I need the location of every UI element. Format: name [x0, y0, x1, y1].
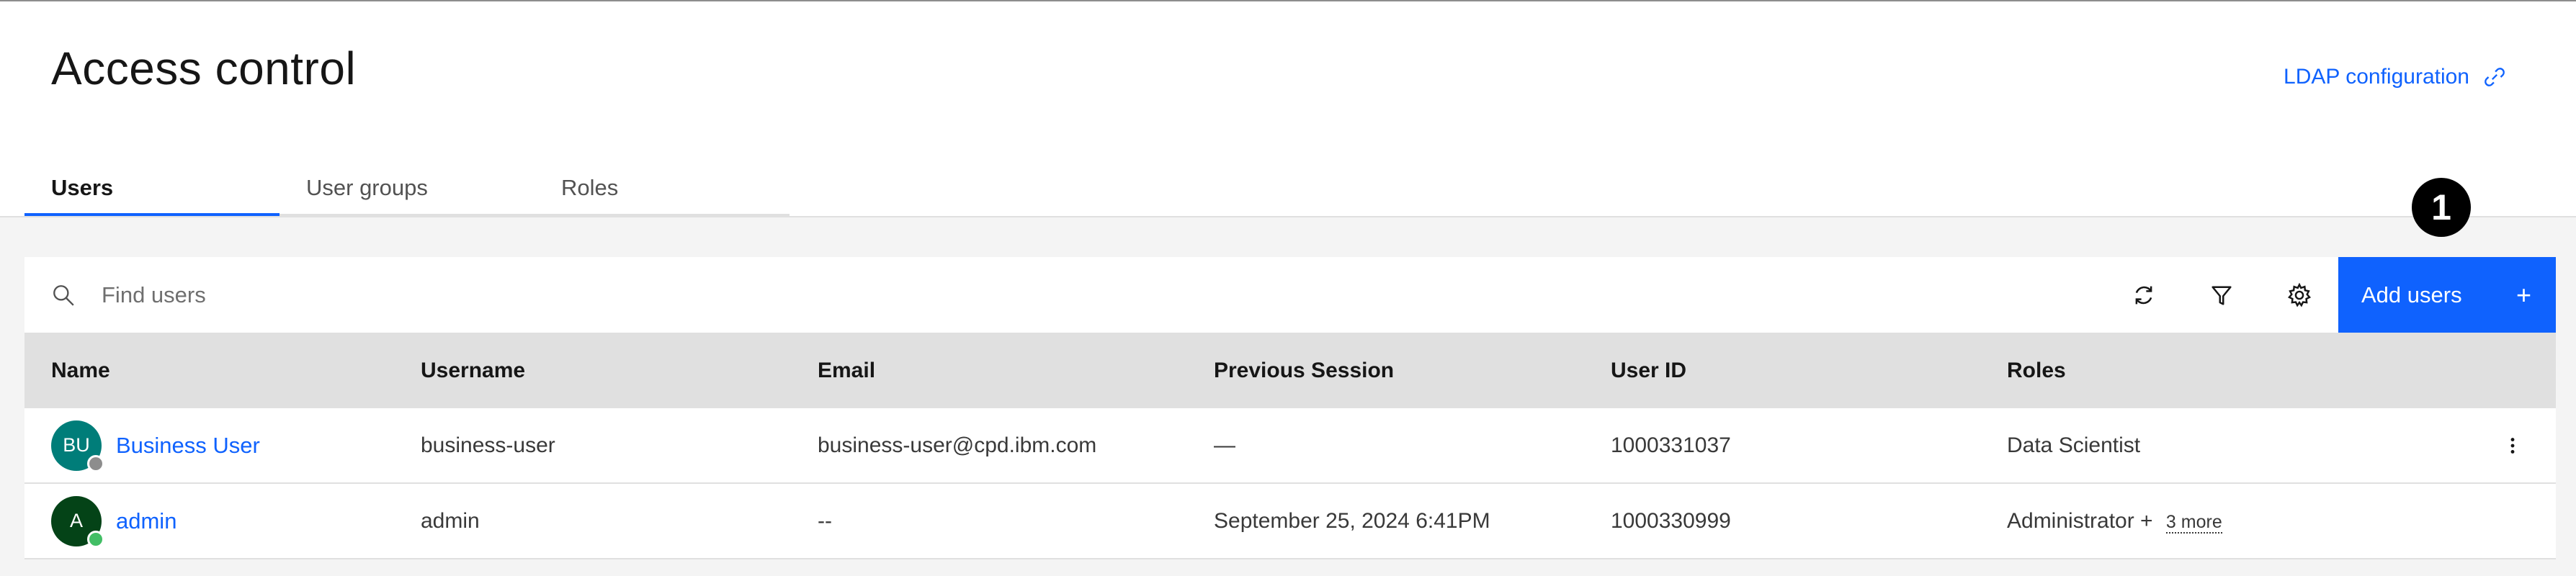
- add-users-button[interactable]: Add users +: [2338, 257, 2556, 333]
- plus-icon: +: [2515, 279, 2531, 310]
- tab-users[interactable]: Users: [24, 156, 279, 217]
- roles-cell: Data Scientist: [2007, 433, 2469, 458]
- filter-button[interactable]: [2183, 257, 2260, 333]
- column-header-roles[interactable]: Roles: [2007, 359, 2556, 383]
- roles-text: Administrator +: [2007, 508, 2153, 533]
- name-cell: A admin: [24, 495, 421, 548]
- roles-text: Data Scientist: [2007, 433, 2141, 457]
- user-id-cell: 1000330999: [1611, 508, 1731, 533]
- search-box: [24, 257, 2105, 333]
- page-title: Access control: [51, 42, 357, 94]
- previous-session-cell: September 25, 2024 6:41PM: [1214, 508, 1490, 533]
- user-name-link[interactable]: Business User: [116, 433, 260, 459]
- email-cell: business-user@cpd.ibm.com: [818, 433, 1097, 457]
- tab-list: Users User groups Roles: [24, 156, 790, 217]
- refresh-icon: [2135, 286, 2152, 304]
- email-cell: --: [818, 508, 832, 533]
- roles-cell: Administrator + 3 more: [2007, 509, 2469, 534]
- ldap-link-label: LDAP configuration: [2284, 65, 2469, 89]
- avatar-initials: A: [69, 510, 83, 531]
- table-row: A admin admin -- September 25, 2024 6:41…: [24, 484, 2556, 559]
- username-cell: business-user: [421, 433, 555, 457]
- row-overflow-menu-button[interactable]: [2469, 435, 2556, 456]
- avatar-initials: BU: [63, 434, 90, 456]
- table-header: Name Username Email Previous Session Use…: [24, 333, 2556, 408]
- column-header-username[interactable]: Username: [421, 359, 818, 383]
- user-name-link[interactable]: admin: [116, 508, 176, 534]
- access-control-page: Access control LDAP configuration Users …: [0, 0, 2576, 576]
- tab-user-groups[interactable]: User groups: [279, 156, 535, 217]
- gear-icon: [2287, 282, 2312, 307]
- table-row: BU Business User business-user business-…: [24, 408, 2556, 484]
- table-toolbar: Add users +: [24, 257, 2556, 333]
- avatar: A: [51, 495, 104, 548]
- ldap-configuration-link[interactable]: LDAP configuration: [2284, 65, 2507, 89]
- column-header-name[interactable]: Name: [24, 359, 421, 383]
- column-header-previous-session[interactable]: Previous Session: [1214, 359, 1611, 383]
- more-roles-link[interactable]: 3 more: [2165, 511, 2222, 534]
- status-dot: [87, 530, 104, 548]
- status-dot: [87, 454, 104, 472]
- users-table: Add users + Name Username Email Previous…: [24, 257, 2556, 559]
- column-header-email[interactable]: Email: [818, 359, 1214, 383]
- username-cell: admin: [421, 508, 480, 533]
- add-users-label: Add users: [2361, 282, 2462, 307]
- settings-button[interactable]: [2260, 257, 2338, 333]
- overflow-menu-icon: [2510, 437, 2515, 454]
- search-icon: [53, 284, 74, 306]
- name-cell: BU Business User: [24, 420, 421, 472]
- link-icon: [2485, 68, 2505, 86]
- search-input[interactable]: [102, 282, 1398, 308]
- filter-icon: [2211, 286, 2232, 305]
- tab-roles[interactable]: Roles: [535, 156, 790, 217]
- user-id-cell: 1000331037: [1611, 433, 1731, 457]
- previous-session-cell: —: [1214, 433, 1235, 457]
- step-callout-badge: 1: [2412, 178, 2471, 237]
- column-header-user-id[interactable]: User ID: [1611, 359, 2007, 383]
- avatar: BU: [51, 420, 104, 472]
- refresh-button[interactable]: [2105, 257, 2183, 333]
